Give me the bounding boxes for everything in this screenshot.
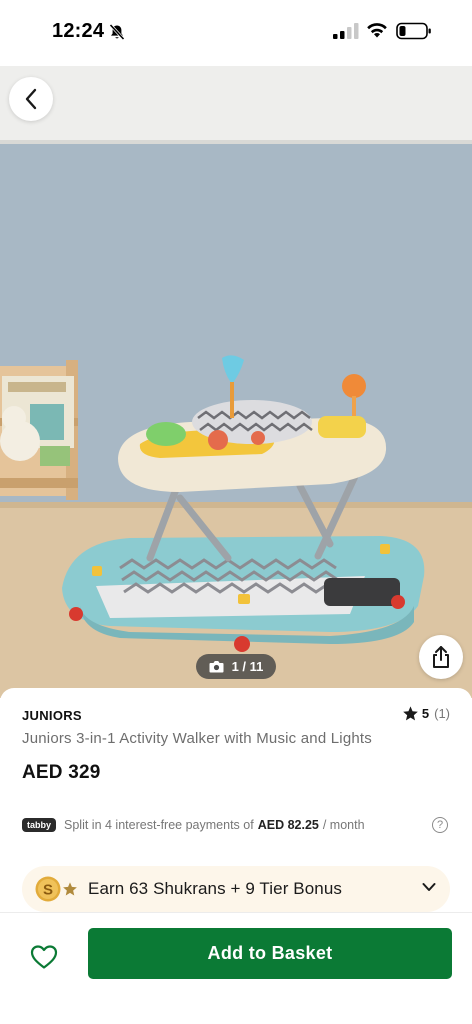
signal-icon xyxy=(333,23,359,39)
shukran-text: Earn 63 Shukrans + 9 Tier Bonus xyxy=(88,879,342,898)
image-counter-text: 1 / 11 xyxy=(231,659,264,674)
status-bar: 12:24 xyxy=(0,0,472,66)
wifi-icon xyxy=(367,23,387,38)
share-icon xyxy=(433,646,449,668)
rating-count: (1) xyxy=(434,706,450,721)
brand-name[interactable]: JUNIORS xyxy=(22,708,82,723)
help-icon[interactable]: ? xyxy=(432,817,448,833)
star-icon xyxy=(403,706,418,721)
tabby-logo: tabby xyxy=(22,818,57,832)
product-image xyxy=(0,66,472,698)
camera-icon xyxy=(209,661,224,673)
status-time: 12:24 xyxy=(52,20,105,42)
action-bar: Add to Basket xyxy=(0,912,472,1024)
wishlist-button[interactable] xyxy=(24,937,64,977)
share-button[interactable] xyxy=(419,635,463,679)
product-image-gallery[interactable]: 1 / 11 xyxy=(0,66,472,698)
back-arrow-icon xyxy=(25,88,37,110)
shukran-coin-icon: S xyxy=(35,876,61,902)
tabby-period: / month xyxy=(322,818,365,832)
rating[interactable]: 5 (1) xyxy=(402,705,450,722)
back-button[interactable] xyxy=(9,77,53,121)
rating-value: 5 xyxy=(421,706,430,721)
tabby-text: Split in 4 interest-free payments of xyxy=(64,818,254,832)
product-price: AED 329 xyxy=(22,762,101,783)
battery-icon xyxy=(396,22,431,40)
tabby-installments[interactable]: tabby Split in 4 interest-free payments … xyxy=(22,818,365,832)
chevron-down-icon[interactable] xyxy=(422,882,436,892)
product-title: Juniors 3-in-1 Activity Walker with Musi… xyxy=(22,730,372,747)
shukran-rewards[interactable]: S Earn 63 Shukrans + 9 Tier Bonus xyxy=(22,866,450,912)
svg-text:S: S xyxy=(43,882,53,899)
heart-icon xyxy=(30,945,58,969)
bell-muted-icon xyxy=(109,23,125,41)
product-details: JUNIORS 5 (1) Juniors 3-in-1 Activity Wa… xyxy=(0,688,472,912)
tabby-amount: AED 82.25 xyxy=(257,818,319,832)
tier-star-icon xyxy=(63,882,77,896)
add-to-basket-button[interactable]: Add to Basket xyxy=(88,928,452,979)
image-counter: 1 / 11 xyxy=(196,654,276,679)
